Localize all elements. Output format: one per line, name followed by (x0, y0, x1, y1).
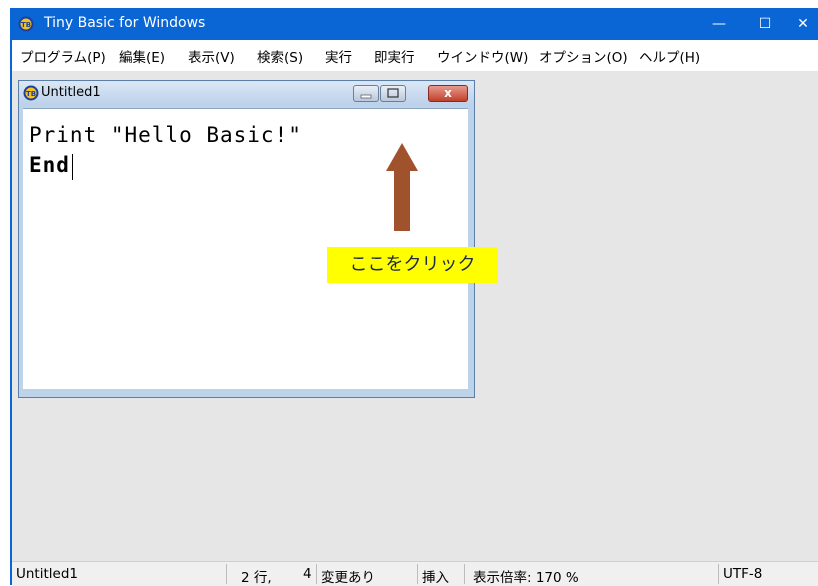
arrow-up-icon (386, 143, 418, 231)
child-maximize-button[interactable] (380, 85, 406, 102)
document-icon: TB (23, 85, 39, 101)
text-caret (72, 154, 73, 180)
minimize-button[interactable]: — (696, 8, 742, 40)
menu-search[interactable]: 検索(S) (257, 46, 303, 66)
svg-text:TB: TB (21, 21, 31, 29)
maximize-icon (387, 88, 399, 98)
child-window-title: Untitled1 (41, 85, 101, 100)
status-divider (417, 564, 418, 584)
app-icon: TB (18, 16, 34, 32)
maximize-button[interactable]: ☐ (742, 8, 788, 40)
menu-options[interactable]: オプション(O) (539, 46, 628, 66)
svg-text:TB: TB (26, 90, 36, 98)
child-close-button[interactable]: x (428, 85, 468, 102)
status-modified: 変更あり (321, 570, 375, 586)
title-bar[interactable]: TB Tiny Basic for Windows — ☐ ✕ (10, 8, 818, 40)
close-icon: x (444, 86, 452, 100)
menu-bar: プログラム(P) 編集(E) 表示(V) 検索(S) 実行 即実行 ウインドウ(… (12, 40, 818, 71)
child-minimize-button[interactable] (353, 85, 379, 102)
mdi-client-area: TB Untitled1 x Print "Hello Basic!" End (12, 71, 818, 561)
code-line-1: Print "Hello Basic!" (29, 123, 302, 147)
status-divider (316, 564, 317, 584)
status-zoom: 表示倍率: 170 % (473, 570, 579, 586)
status-line: 2 行, (241, 570, 272, 586)
status-divider (464, 564, 465, 584)
child-window: TB Untitled1 x Print "Hello Basic!" End (18, 80, 475, 398)
status-insert-mode: 挿入 (422, 570, 449, 586)
code-line-2: End (29, 153, 70, 177)
menu-run[interactable]: 実行 (325, 46, 352, 66)
window-title: Tiny Basic for Windows (44, 15, 206, 31)
status-divider (226, 564, 227, 584)
status-bar: Untitled1 2 行, 4 変更あり 挿入 表示倍率: 170 % UTF… (12, 561, 818, 586)
child-title-bar[interactable]: TB Untitled1 x (19, 81, 474, 105)
click-here-callout: ここをクリック (327, 247, 498, 283)
status-filename: Untitled1 (16, 566, 78, 582)
status-encoding: UTF-8 (723, 566, 763, 582)
menu-edit[interactable]: 編集(E) (119, 46, 165, 66)
menu-window[interactable]: ウインドウ(W) (437, 46, 528, 66)
minimize-icon (360, 94, 372, 99)
status-column: 4 (303, 566, 312, 582)
menu-help[interactable]: ヘルプ(H) (639, 46, 700, 66)
status-divider (718, 564, 719, 584)
app-window: TB Tiny Basic for Windows — ☐ ✕ プログラム(P)… (10, 8, 818, 586)
menu-immediate-run[interactable]: 即実行 (374, 46, 415, 66)
menu-view[interactable]: 表示(V) (188, 46, 235, 66)
menu-program[interactable]: プログラム(P) (20, 46, 106, 66)
close-button[interactable]: ✕ (788, 8, 818, 40)
